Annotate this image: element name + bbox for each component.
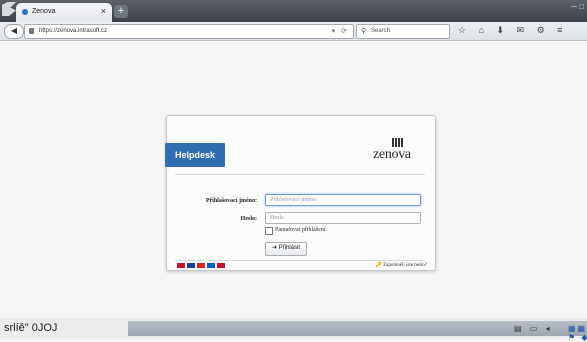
flag-icon-1[interactable] xyxy=(187,263,195,268)
logo-mark-icon xyxy=(392,138,404,147)
language-flags xyxy=(177,263,225,268)
forgot-password-link[interactable]: 🔑 Zapomněli jste heslo? xyxy=(376,262,427,268)
address-bar[interactable]: https://zenova.intrasoft.cz ▾ ⟳ xyxy=(24,24,354,39)
tab-close-icon[interactable]: × xyxy=(101,6,106,16)
page-content: Helpdesk zenova Přihlašovací jméno: Přih… xyxy=(0,41,587,318)
remember-label[interactable]: Pamatovat přihlášení xyxy=(275,227,326,233)
password-label: Heslo: xyxy=(240,216,257,222)
login-button[interactable]: ➜ Přihlásit xyxy=(265,242,307,256)
search-input[interactable]: ⚲ Search xyxy=(356,24,450,39)
username-label: Přihlašovací jméno: xyxy=(205,198,257,204)
flag-icon-0[interactable] xyxy=(177,263,185,268)
login-button-label: Přihlásit xyxy=(278,245,301,251)
flag-icon-4[interactable] xyxy=(217,263,225,268)
os-taskbar: ▤ ▭ ◂ ▦▦▦▦▦ ⚑ ◆ xyxy=(128,321,587,342)
zenova-logo: zenova xyxy=(373,138,423,168)
search-placeholder: Search xyxy=(371,28,391,34)
back-button[interactable]: ◀ xyxy=(4,24,24,39)
tray-buttons[interactable]: ▤ ▭ ◂ xyxy=(514,324,553,333)
logo-text: zenova xyxy=(373,147,411,162)
lock-icon xyxy=(29,28,34,34)
flag-icon-3[interactable] xyxy=(207,263,215,268)
window-controls[interactable]: ─ □ xyxy=(571,2,584,11)
remember-checkbox[interactable] xyxy=(265,227,273,235)
browser-menu-icon[interactable] xyxy=(2,2,16,16)
password-placeholder: Heslo xyxy=(270,215,284,221)
flag-icon-2[interactable] xyxy=(197,263,205,268)
search-icon: ⚲ xyxy=(361,28,367,35)
footer-divider xyxy=(175,260,425,261)
system-tray-icons[interactable]: ▦▦▦▦▦ ⚑ ◆ xyxy=(568,324,587,342)
login-card: Helpdesk zenova Přihlašovací jméno: Přih… xyxy=(165,115,436,271)
navigation-bar: ◀ https://zenova.intrasoft.cz ▾ ⟳ ⚲ Sear… xyxy=(0,22,587,41)
favicon-icon xyxy=(22,9,28,15)
url-text: https://zenova.intrasoft.cz xyxy=(39,28,108,34)
username-field[interactable]: Přihlašovací jméno xyxy=(265,194,421,206)
new-tab-button[interactable]: + xyxy=(114,5,128,18)
reload-icon[interactable]: ▾ ⟳ xyxy=(332,27,349,35)
login-arrow-icon: ➜ xyxy=(271,245,279,251)
username-placeholder: Přihlašovací jméno xyxy=(270,197,317,203)
divider xyxy=(175,174,425,175)
password-field[interactable]: Heslo xyxy=(265,212,421,224)
tab-title: Zenova xyxy=(32,8,56,15)
browser-tab[interactable]: Zenova × xyxy=(16,3,112,22)
forgot-password-text: Zapomněli jste heslo? xyxy=(383,263,427,268)
helpdesk-label: Helpdesk xyxy=(165,143,225,167)
browser-tabstrip: Zenova × + ─ □ xyxy=(0,0,587,22)
toolbar-icons[interactable]: ☆ ⌂ ⬇ ✉ ⚙ ≡ xyxy=(458,25,567,36)
overlay-text: srlíě" 0JOJ xyxy=(4,322,58,334)
key-icon: 🔑 xyxy=(375,263,384,268)
bottom-strip: srlíě" 0JOJ ▤ ▭ ◂ ▦▦▦▦▦ ⚑ ◆ xyxy=(0,318,587,342)
